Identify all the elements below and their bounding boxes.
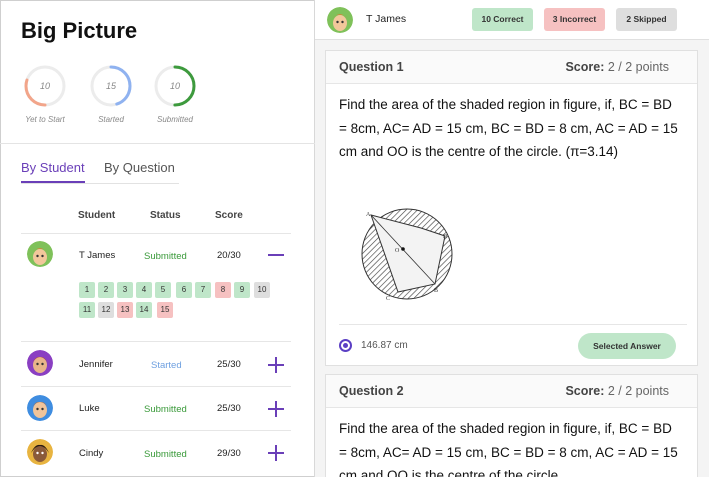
question-chip[interactable]: 14 <box>136 302 152 318</box>
question-chip[interactable]: 4 <box>136 282 152 298</box>
question-chip[interactable]: 1 <box>79 282 95 298</box>
submitted-count: 10 <box>169 81 180 91</box>
incorrect-count-badge: 3 Incorrect <box>544 8 605 31</box>
question-text: Find the area of the shaded region in fi… <box>339 421 678 477</box>
student-status: Submitted <box>144 251 187 262</box>
tab-by-question[interactable]: By Question <box>104 160 175 175</box>
correct-count-badge: 10 Correct <box>472 8 533 31</box>
figure-label-a: A <box>366 212 371 218</box>
row-divider <box>21 386 291 387</box>
question-score: Score: 2 / 2 points <box>565 60 669 74</box>
question-chip[interactable]: 9 <box>234 282 250 298</box>
question-chip[interactable]: 10 <box>254 282 270 298</box>
question-title: Question 2 <box>339 384 404 398</box>
started-count: 15 <box>105 81 116 91</box>
student-status: Submitted <box>144 404 187 415</box>
column-header-student: Student <box>78 210 116 221</box>
student-name: Luke <box>79 403 100 414</box>
figure-label-o: O <box>395 248 400 254</box>
expand-icon[interactable] <box>268 401 284 417</box>
question-card-header: Question 1 Score: 2 / 2 points <box>326 51 697 84</box>
expand-icon[interactable] <box>268 445 284 461</box>
question-score: Score: 2 / 2 points <box>565 384 669 398</box>
question-chip[interactable]: 12 <box>98 302 114 318</box>
question-chip[interactable]: 3 <box>117 282 133 298</box>
question-card: Question 1 Score: 2 / 2 points Find the … <box>325 50 698 366</box>
detail-student-name: T James <box>366 13 407 25</box>
geometry-figure: A D B C O <box>355 204 459 309</box>
divider <box>0 143 315 144</box>
expand-icon[interactable] <box>268 357 284 373</box>
selected-answer-button[interactable]: Selected Answer <box>578 333 676 359</box>
student-name: Jennifer <box>79 359 113 370</box>
avatar-cindy <box>27 439 53 465</box>
student-status: Submitted <box>144 449 187 460</box>
active-tab-indicator <box>21 181 85 183</box>
page-title: Big Picture <box>21 18 138 43</box>
figure-label-b: B <box>434 288 438 294</box>
column-header-score: Score <box>215 210 243 221</box>
left-panel: Big Picture 10 Yet to Start 15 Started 1… <box>0 0 315 477</box>
detail-header: T James 10 Correct 3 Incorrect 2 Skipped <box>315 0 709 40</box>
question-chip[interactable]: 2 <box>98 282 114 298</box>
answer-text: 146.87 cm <box>361 340 408 351</box>
figure-label-d: D <box>443 234 448 240</box>
question-chip[interactable]: 11 <box>79 302 95 318</box>
figure-label-c: C <box>386 296 390 302</box>
selected-radio-icon[interactable] <box>339 339 352 352</box>
avatar-t-james <box>327 7 353 33</box>
question-chip[interactable]: 5 <box>155 282 171 298</box>
started-ring: 15 <box>89 64 133 108</box>
question-chip[interactable]: 6 <box>176 282 192 298</box>
question-chip[interactable]: 13 <box>117 302 133 318</box>
row-divider <box>21 341 291 342</box>
question-card-header: Question 2 Score: 2 / 2 points <box>326 375 697 408</box>
question-chip[interactable]: 8 <box>215 282 231 298</box>
student-score: 29/30 <box>217 448 241 459</box>
student-score: 20/30 <box>217 250 241 261</box>
skipped-count-badge: 2 Skipped <box>616 8 677 31</box>
row-divider <box>21 430 291 431</box>
column-header-status: Status <box>150 210 181 221</box>
avatar-luke <box>27 395 53 421</box>
yet-to-start-ring: 10 <box>23 64 67 108</box>
question-title: Question 1 <box>339 60 404 74</box>
student-name: T James <box>79 250 116 261</box>
tab-by-student[interactable]: By Student <box>21 160 85 175</box>
header-divider <box>21 233 291 234</box>
question-chip[interactable]: 15 <box>157 302 173 318</box>
student-score: 25/30 <box>217 403 241 414</box>
tab-bar-line <box>21 183 179 184</box>
question-card: Question 2 Score: 2 / 2 points Find the … <box>325 374 698 477</box>
student-name: Cindy <box>79 448 104 459</box>
submitted-ring: 10 <box>153 64 197 108</box>
submitted-caption: Submitted <box>156 115 194 124</box>
detail-panel: T James 10 Correct 3 Incorrect 2 Skipped… <box>315 0 709 477</box>
question-chip[interactable]: 7 <box>195 282 211 298</box>
student-score: 25/30 <box>217 359 241 370</box>
answer-divider <box>339 324 687 325</box>
collapse-icon[interactable] <box>268 247 284 263</box>
student-status: Started <box>151 360 182 371</box>
question-text: Find the area of the shaded region in fi… <box>339 97 678 159</box>
avatar-jennifer <box>27 350 53 376</box>
avatar-t-james <box>27 241 53 267</box>
yet-to-start-count: 10 <box>39 81 50 91</box>
